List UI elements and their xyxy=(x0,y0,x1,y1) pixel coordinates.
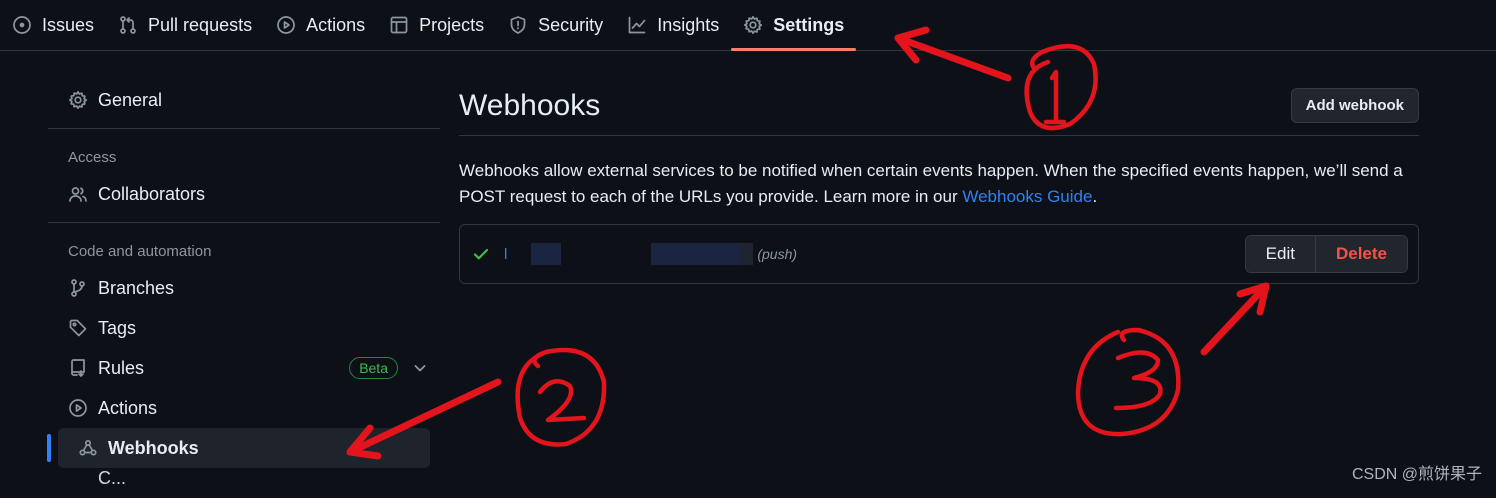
table-icon xyxy=(390,16,408,34)
sidebar-item-label: Branches xyxy=(98,277,175,298)
sidebar-item-general[interactable]: General xyxy=(48,80,440,120)
tab-label: Settings xyxy=(773,14,845,35)
annotation-circle-3 xyxy=(1075,327,1181,437)
chevron-down-icon[interactable] xyxy=(412,360,428,376)
webhooks-description: Webhooks allow external services to be n… xyxy=(459,158,1419,210)
tab-security[interactable]: Security xyxy=(496,3,615,47)
tab-actions[interactable]: Actions xyxy=(264,3,377,47)
webhook-actions: Edit Delete xyxy=(1244,235,1408,273)
webhooks-guide-link[interactable]: Webhooks Guide xyxy=(962,187,1092,206)
play-icon xyxy=(277,16,295,34)
annotation-circle-2 xyxy=(515,347,607,447)
play-icon xyxy=(69,399,87,417)
tab-label: Actions xyxy=(306,14,366,35)
repo-push-icon xyxy=(71,359,85,377)
watermark: CSDN @煎饼果子 xyxy=(1351,466,1482,483)
graph-icon xyxy=(628,16,646,34)
sidebar-item-next-partial[interactable]: C... xyxy=(48,468,440,488)
page-title: Webhooks xyxy=(459,89,601,122)
sidebar-item-label: General xyxy=(98,89,163,110)
shield-icon xyxy=(510,16,526,34)
sidebar-item-label: Tags xyxy=(98,317,137,338)
settings-sidebar: General Access Collaborators Code and au… xyxy=(47,80,440,488)
title-divider xyxy=(459,135,1419,136)
sidebar-item-actions[interactable]: Actions xyxy=(48,388,440,428)
beta-badge: Beta xyxy=(349,357,398,379)
gear-icon xyxy=(744,15,763,35)
sidebar-item-tags[interactable]: Tags xyxy=(48,308,440,348)
redacted-block xyxy=(739,243,754,265)
tab-settings[interactable]: Settings xyxy=(731,3,857,51)
tag-icon xyxy=(69,319,87,337)
sidebar-item-label: Rules xyxy=(98,357,145,378)
check-icon xyxy=(472,245,490,263)
pull-request-icon xyxy=(120,16,136,34)
sidebar-heading-access: Access xyxy=(68,149,117,166)
webhooks-panel: Webhooks Add webhook Webhooks allow exte… xyxy=(459,80,1419,284)
sidebar-item-rules[interactable]: Rules Beta xyxy=(48,348,440,388)
issue-icon xyxy=(13,16,31,34)
sidebar-item-label: Webhooks xyxy=(108,437,199,458)
webhook-icon xyxy=(79,439,97,456)
sidebar-item-webhooks[interactable]: Webhooks xyxy=(47,428,430,468)
tab-label: Security xyxy=(538,14,604,35)
description-text: Webhooks allow external services to be n… xyxy=(459,161,1403,206)
tab-projects[interactable]: Projects xyxy=(377,3,496,47)
redacted-block xyxy=(651,243,740,265)
add-webhook-button[interactable]: Add webhook xyxy=(1290,88,1419,123)
sidebar-divider xyxy=(48,128,440,129)
sidebar-heading-code-automation: Code and automation xyxy=(68,243,212,260)
sidebar-item-branches[interactable]: Branches xyxy=(48,268,440,308)
tab-pull-requests[interactable]: Pull requests xyxy=(106,3,264,47)
tab-insights[interactable]: Insights xyxy=(615,3,731,47)
tab-label: Insights xyxy=(657,14,720,35)
tab-label: Pull requests xyxy=(148,14,253,35)
tab-label: Issues xyxy=(42,14,95,35)
delete-button[interactable]: Delete xyxy=(1315,236,1407,272)
sidebar-item-label: Collaborators xyxy=(98,183,206,204)
description-end: . xyxy=(1092,187,1098,206)
tab-issues[interactable]: Issues xyxy=(0,3,106,47)
sidebar-item-label: C... xyxy=(98,468,127,488)
people-icon xyxy=(69,187,87,202)
redacted-block xyxy=(531,243,562,265)
sidebar-item-collaborators[interactable]: Collaborators xyxy=(48,174,440,214)
gear-icon xyxy=(68,90,88,110)
sidebar-divider xyxy=(48,222,440,223)
repo-tab-bar: Issues Pull requests Actions Projects Se… xyxy=(0,0,1496,51)
webhook-row: l (push) Edit Delete xyxy=(459,224,1419,284)
sidebar-item-label: Actions xyxy=(98,397,158,418)
webhook-event: (push) xyxy=(757,246,798,262)
edit-button[interactable]: Edit xyxy=(1245,236,1316,272)
webhook-url-prefix: l xyxy=(504,245,508,263)
branch-icon xyxy=(71,279,85,297)
webhook-url-link[interactable]: l xyxy=(504,243,754,265)
tab-label: Projects xyxy=(419,14,485,35)
annotation-arrow-3 xyxy=(1200,282,1270,356)
